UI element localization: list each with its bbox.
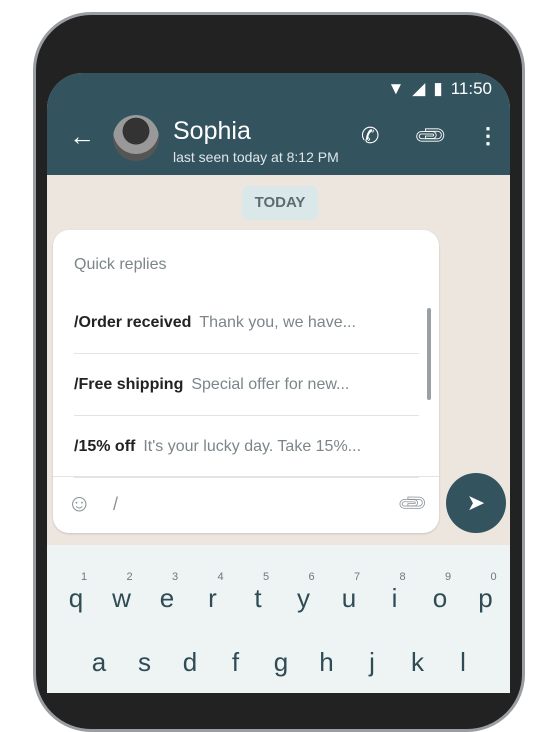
shortcut: /Order received (74, 314, 192, 331)
scrollbar[interactable] (427, 308, 431, 400)
phone-call-icon[interactable]: ✆ (361, 123, 379, 149)
preview: Special offer for new... (191, 376, 350, 393)
emoji-icon[interactable]: ☺ (67, 490, 92, 518)
key-number: 7 (354, 571, 361, 583)
signal-icon: ◢ (412, 79, 426, 98)
key-number: 4 (217, 571, 224, 583)
key-f[interactable]: f (221, 647, 251, 678)
clock: 11:50 (450, 79, 492, 98)
key-l[interactable]: l (448, 647, 478, 678)
key-w[interactable]: w (107, 583, 137, 614)
key-u[interactable]: u (334, 583, 364, 614)
send-icon: ➤ (466, 490, 486, 515)
key-g[interactable]: g (266, 647, 296, 678)
preview: It's your lucky day. Take 15%... (143, 438, 362, 455)
key-i[interactable]: i (380, 583, 410, 614)
key-number: 5 (263, 571, 270, 583)
key-number: 9 (445, 571, 452, 583)
key-a[interactable]: a (84, 647, 114, 678)
shortcut: /15% off (74, 438, 136, 455)
battery-icon: ▮ (433, 79, 443, 98)
key-h[interactable]: h (312, 647, 342, 678)
chat-header: ▼ ◢ ▮ 11:50 ← Sophia last seen today at … (47, 73, 510, 175)
keyboard: q1 w2 e3 r4 t5 y6 u7 i8 o9 p0 asdfghjkl (47, 545, 510, 693)
back-arrow-icon[interactable]: ← (69, 121, 95, 152)
wifi-icon: ▼ (387, 79, 405, 98)
key-j[interactable]: j (357, 647, 387, 678)
quick-reply-item[interactable]: /15% off It's your lucky day. Take 15%... (74, 416, 419, 478)
key-number: 6 (308, 571, 315, 583)
key-p[interactable]: p (471, 583, 501, 614)
message-input[interactable]: / (113, 494, 118, 515)
key-o[interactable]: o (425, 583, 455, 614)
date-chip: TODAY (242, 186, 318, 220)
preview: Thank you, we have... (199, 314, 356, 331)
message-input-row: ☺ / 📎︎ (53, 476, 439, 533)
quick-reply-item[interactable]: /Order received Thank you, we have... (74, 292, 419, 354)
quick-reply-item[interactable]: /Free shipping Special offer for new... (74, 354, 419, 416)
key-y[interactable]: y (289, 583, 319, 614)
attach-icon[interactable]: 📎︎ (394, 486, 430, 522)
send-button[interactable]: ➤ (446, 473, 506, 533)
avatar[interactable] (113, 115, 159, 161)
more-options-icon[interactable]: ⋮ (477, 123, 499, 149)
key-q[interactable]: q (61, 583, 91, 614)
shortcut: /Free shipping (74, 376, 184, 393)
key-number: 0 (490, 571, 497, 583)
screen: ▼ ◢ ▮ 11:50 ← Sophia last seen today at … (47, 73, 510, 693)
key-d[interactable]: d (175, 647, 205, 678)
quick-replies-title: Quick replies (74, 256, 167, 273)
key-number: 8 (399, 571, 406, 583)
paperclip-icon[interactable]: 📎︎ (412, 117, 450, 155)
key-s[interactable]: s (130, 647, 160, 678)
key-number: 3 (172, 571, 179, 583)
key-e[interactable]: e (152, 583, 182, 614)
key-number: 2 (126, 571, 133, 583)
key-k[interactable]: k (403, 647, 433, 678)
quick-replies-panel: Quick replies /Order received Thank you, … (53, 230, 439, 533)
key-r[interactable]: r (198, 583, 228, 614)
last-seen: last seen today at 8:12 PM (173, 149, 339, 165)
key-t[interactable]: t (243, 583, 273, 614)
contact-name[interactable]: Sophia (173, 117, 251, 146)
status-bar: ▼ ◢ ▮ 11:50 (387, 79, 492, 99)
key-number: 1 (81, 571, 88, 583)
